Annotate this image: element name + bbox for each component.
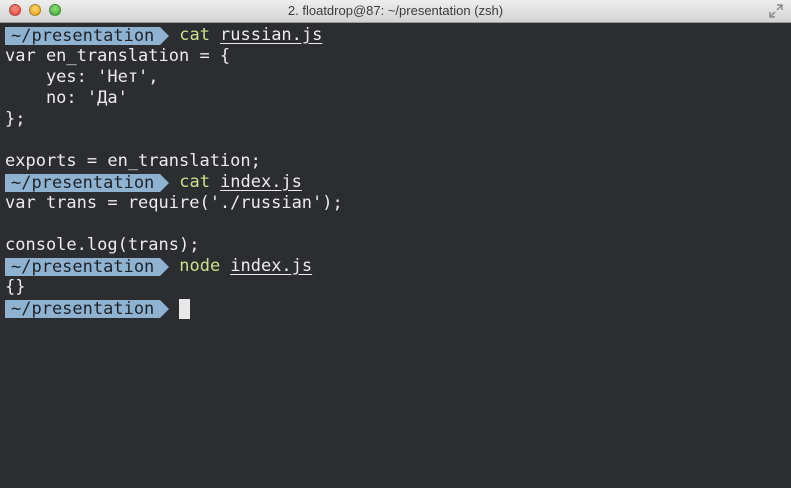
prompt-arrow-icon <box>160 173 170 192</box>
prompt: ~/presentation <box>5 26 170 45</box>
active-prompt-line[interactable]: ~/presentation <box>5 298 791 319</box>
prompt: ~/presentation <box>5 173 170 192</box>
output-line: var en_translation = { <box>5 46 231 66</box>
output-line: var trans = require('./russian'); <box>5 193 343 213</box>
prompt-path: ~/presentation <box>5 257 161 276</box>
prompt-path: ~/presentation <box>5 299 161 318</box>
output-line: no: 'Да' <box>5 88 128 108</box>
prompt-line: ~/presentation node index.js <box>5 256 791 277</box>
output-line: yes: 'Нет', <box>5 67 159 87</box>
fullscreen-icon[interactable] <box>769 4 783 18</box>
command: cat <box>179 172 211 192</box>
command: node <box>179 256 221 276</box>
prompt-arrow-icon <box>160 257 170 276</box>
prompt-line: ~/presentation cat index.js <box>5 172 791 193</box>
window-title: 2. floatdrop@87: ~/presentation (zsh) <box>287 3 504 18</box>
prompt-path: ~/presentation <box>5 26 161 45</box>
prompt: ~/presentation <box>5 257 170 276</box>
prompt-path: ~/presentation <box>5 173 161 192</box>
terminal-window: 2. floatdrop@87: ~/presentation (zsh) ~/… <box>0 0 791 488</box>
prompt-arrow-icon <box>160 299 170 318</box>
prompt-line: ~/presentation cat russian.js <box>5 25 791 46</box>
terminal-content[interactable]: ~/presentation cat russian.js var en_tra… <box>0 23 791 488</box>
text-cursor[interactable] <box>179 298 191 319</box>
title-bar: 2. floatdrop@87: ~/presentation (zsh) <box>0 0 791 23</box>
command-argument: russian.js <box>220 25 323 45</box>
prompt-arrow-icon <box>160 26 170 45</box>
command-argument: index.js <box>220 172 302 192</box>
output-line: {} <box>5 277 26 297</box>
prompt: ~/presentation <box>5 299 170 318</box>
command-argument: index.js <box>230 256 313 276</box>
output-line: exports = en_translation; <box>5 151 261 171</box>
command: cat <box>179 25 211 45</box>
output-line: console.log(trans); <box>5 235 200 255</box>
output-line: }; <box>5 109 26 129</box>
